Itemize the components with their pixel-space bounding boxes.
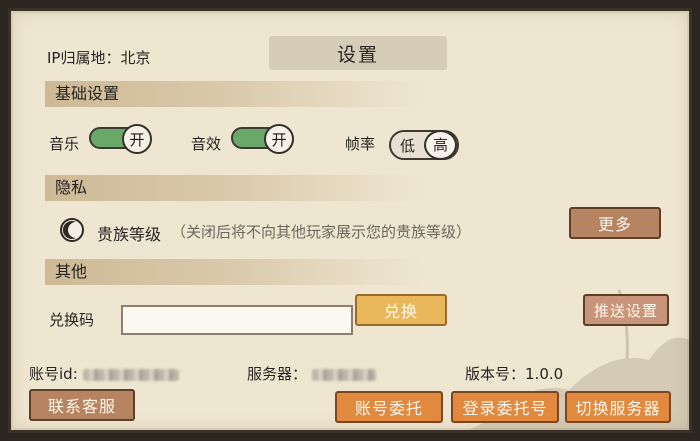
redeem-button[interactable]: 兑换 xyxy=(355,294,447,326)
fps-option-low[interactable]: 低 xyxy=(391,135,424,156)
section-privacy: 隐私 xyxy=(45,175,425,201)
settings-panel: IP归属地：北京 设置 基础设置 音乐 开 音效 开 帧率 低 高 隐私 贵族等… xyxy=(8,8,692,433)
music-toggle[interactable]: 开 xyxy=(89,124,152,154)
account-entrust-button[interactable]: 账号委托 xyxy=(335,391,443,423)
music-toggle-knob: 开 xyxy=(122,124,152,154)
sound-toggle-knob: 开 xyxy=(264,124,294,154)
redeem-code-label: 兑换码 xyxy=(49,311,95,329)
noble-level-label: 贵族等级 xyxy=(97,225,162,244)
fps-label: 帧率 xyxy=(345,135,376,153)
account-id-label-text: 账号id: xyxy=(29,365,78,383)
section-basic-settings: 基础设置 xyxy=(45,81,425,107)
music-label: 音乐 xyxy=(49,135,80,153)
version-label-text: 版本号： xyxy=(465,365,526,383)
sound-label: 音效 xyxy=(191,135,222,153)
version-label: 版本号：1.0.0 xyxy=(465,363,563,384)
redeem-code-input[interactable] xyxy=(121,305,353,335)
fps-switch[interactable]: 低 高 xyxy=(389,130,459,160)
server-label-text: 服务器： xyxy=(247,365,308,383)
more-button[interactable]: 更多 xyxy=(569,207,661,239)
switch-server-button[interactable]: 切换服务器 xyxy=(565,391,671,423)
version-value: 1.0.0 xyxy=(525,365,564,383)
noble-level-desc: （关闭后将不向其他玩家展示您的贵族等级） xyxy=(171,223,472,241)
server-value-blurred xyxy=(311,368,376,381)
page-title: 设置 xyxy=(269,36,447,70)
push-settings-button[interactable]: 推送设置 xyxy=(583,294,669,326)
login-entrust-button[interactable]: 登录委托号 xyxy=(451,391,559,423)
section-other: 其他 xyxy=(45,259,425,285)
ip-location: IP归属地：北京 xyxy=(47,49,151,67)
server-label: 服务器： xyxy=(247,363,376,384)
fps-option-high[interactable]: 高 xyxy=(424,130,457,160)
sound-toggle[interactable]: 开 xyxy=(231,124,294,154)
account-id-label: 账号id: xyxy=(29,363,179,384)
noble-toggle-icon[interactable] xyxy=(59,217,85,243)
contact-support-button[interactable]: 联系客服 xyxy=(29,389,135,421)
account-id-value-blurred xyxy=(82,368,179,381)
